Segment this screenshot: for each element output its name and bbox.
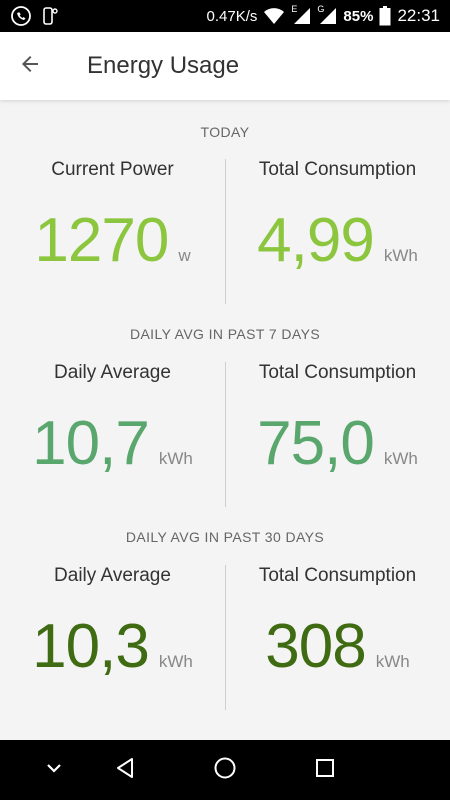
wifi-icon — [263, 7, 285, 25]
stat-unit: kWh — [158, 449, 193, 468]
stat-value: 10,7 — [32, 409, 150, 478]
stat-value: 10,3 — [32, 612, 150, 681]
battery-icon — [379, 6, 391, 26]
nav-home-button[interactable] — [195, 740, 255, 800]
network-speed: 0.47K/s — [206, 7, 258, 25]
notification-icon — [40, 6, 60, 26]
nav-recents-button[interactable] — [295, 740, 355, 800]
back-triangle-icon — [113, 756, 137, 785]
stat-value: 1270 — [34, 206, 169, 275]
signal-type-label: E — [291, 4, 298, 14]
stat-value: 75,0 — [257, 409, 375, 478]
stats-row: Current Power 1270 w Total Consumption 4… — [0, 159, 450, 304]
stats-row: Daily Average 10,7 kWh Total Consumption… — [0, 362, 450, 507]
signal-icon: G — [317, 4, 337, 25]
stat-title: Daily Average — [54, 362, 171, 383]
stats-row: Daily Average 10,3 kWh Total Consumption… — [0, 565, 450, 710]
total-consumption-stat: Total Consumption 4,99 kWh — [225, 159, 450, 304]
stat-title: Current Power — [51, 159, 174, 180]
section-label: TODAY — [200, 124, 250, 140]
viber-icon — [10, 5, 32, 27]
signal-type-label: G — [317, 4, 325, 14]
stat-unit: kWh — [158, 652, 193, 671]
total-consumption-stat: Total Consumption 75,0 kWh — [225, 362, 450, 507]
energy-usage-content: TODAY Current Power 1270 w Total Consump… — [0, 100, 450, 740]
stat-title: Total Consumption — [258, 565, 417, 586]
stat-unit: w — [178, 246, 191, 265]
section-label: DAILY AVG IN PAST 7 DAYS — [129, 326, 321, 342]
status-bar: 0.47K/s E G 85% 22:31 — [0, 0, 450, 32]
stat-value: 308 — [265, 612, 366, 681]
stat-unit: kWh — [383, 246, 418, 265]
back-button[interactable] — [0, 32, 60, 100]
daily-average-stat: Daily Average 10,3 kWh — [0, 565, 225, 710]
section-label: DAILY AVG IN PAST 30 DAYS — [125, 529, 325, 545]
current-power-stat: Current Power 1270 w — [0, 159, 225, 304]
clock: 22:31 — [397, 6, 440, 25]
section-today: TODAY Current Power 1270 w Total Consump… — [0, 122, 450, 304]
section-7-days: DAILY AVG IN PAST 7 DAYS Daily Average 1… — [0, 324, 450, 507]
stat-title: Total Consumption — [258, 159, 417, 180]
signal-icon: E — [291, 4, 311, 25]
total-consumption-stat: Total Consumption 308 kWh — [225, 565, 450, 710]
battery-level: 85% — [343, 7, 374, 25]
section-30-days: DAILY AVG IN PAST 30 DAYS Daily Average … — [0, 527, 450, 710]
app-bar: Energy Usage — [0, 32, 450, 100]
stat-title: Total Consumption — [258, 362, 417, 383]
hide-keyboard-button[interactable] — [24, 740, 84, 800]
arrow-back-icon — [18, 52, 42, 81]
home-circle-icon — [213, 756, 237, 785]
daily-average-stat: Daily Average 10,7 kWh — [0, 362, 225, 507]
stat-unit: kWh — [383, 449, 418, 468]
chevron-down-icon — [45, 761, 63, 779]
stat-title: Daily Average — [54, 565, 171, 586]
navigation-bar — [0, 740, 450, 800]
recents-square-icon — [314, 757, 336, 784]
nav-back-button[interactable] — [95, 740, 155, 800]
stat-value: 4,99 — [257, 206, 375, 275]
page-title: Energy Usage — [87, 52, 240, 79]
stat-unit: kWh — [375, 652, 410, 671]
